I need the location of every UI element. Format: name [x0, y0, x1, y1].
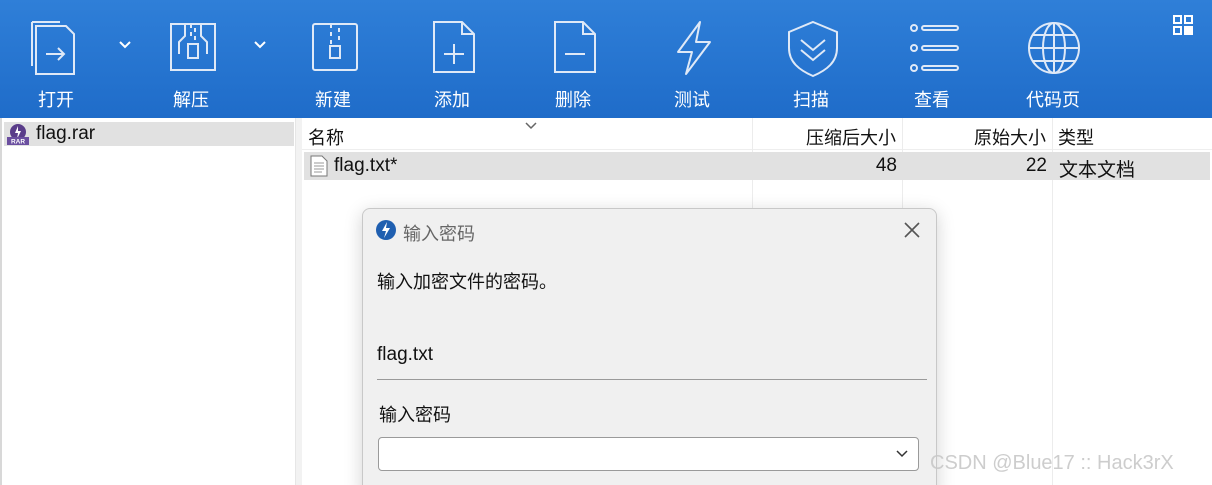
toolbar-delete-button[interactable]: 删除: [545, 0, 605, 118]
toolbar-delete-label: 删除: [555, 90, 591, 111]
dialog-separator: [377, 379, 927, 380]
winrar-app-icon: [376, 220, 396, 240]
column-header-name[interactable]: 名称: [308, 124, 344, 150]
toolbar-open-button[interactable]: 打开: [26, 0, 86, 118]
list-header: 名称 压缩后大小 原始大小 类型: [302, 118, 1212, 150]
toolbar-view-button[interactable]: 查看: [904, 0, 964, 118]
row-name: flag.txt*: [334, 155, 398, 176]
column-header-size[interactable]: 原始大小: [974, 124, 1046, 150]
open-icon: [31, 21, 75, 75]
extract-dropdown-chevron-icon[interactable]: [252, 38, 268, 52]
toolbar-scan-button[interactable]: 扫描: [783, 0, 843, 118]
view-list-icon: [910, 24, 959, 72]
column-header-type[interactable]: 类型: [1058, 124, 1094, 150]
toolbar: 打开 解压 新建 添加 删除 测试 扫描 查看 代码页: [0, 0, 1212, 118]
password-input[interactable]: [378, 437, 919, 471]
toolbar-scan-label: 扫描: [793, 90, 829, 111]
column-header-packed-size[interactable]: 压缩后大小: [806, 124, 896, 150]
window-left-border: [0, 118, 2, 485]
toolbar-test-button[interactable]: 测试: [664, 0, 724, 118]
toolbar-test-label: 测试: [674, 90, 710, 111]
toolbar-extract-label: 解压: [173, 90, 209, 111]
svg-text:RAR: RAR: [11, 139, 25, 146]
tree-item-label: flag.rar: [36, 123, 96, 144]
close-icon[interactable]: [901, 219, 923, 241]
new-archive-icon: [312, 23, 358, 71]
delete-file-icon: [554, 21, 596, 73]
watermark-text: CSDN @Blue17 :: Hack3rX: [930, 452, 1174, 474]
toolbar-view-label: 查看: [914, 90, 950, 111]
folder-tree-pane: RAR flag.rar: [0, 118, 296, 485]
tree-item-flag-rar[interactable]: RAR flag.rar: [4, 122, 294, 146]
toolbar-add-button[interactable]: 添加: [424, 0, 484, 118]
codepage-globe-icon: [1028, 22, 1080, 74]
toolbar-add-label: 添加: [434, 90, 470, 111]
text-file-icon: [310, 155, 328, 177]
dialog-title: 输入密码: [403, 224, 475, 245]
row-packed-size: 48: [875, 155, 897, 176]
open-dropdown-chevron-icon[interactable]: [117, 38, 133, 52]
toolbar-extract-button[interactable]: 解压: [163, 0, 223, 118]
password-history-chevron-icon[interactable]: [895, 449, 909, 459]
sort-chevron-icon: [525, 122, 537, 130]
layout-grid-icon[interactable]: [1172, 14, 1194, 36]
dialog-message: 输入加密文件的密码。: [377, 272, 557, 293]
extract-icon: [170, 23, 216, 71]
row-size: 22: [1025, 155, 1047, 176]
row-type: 文本文档: [1059, 159, 1136, 181]
rar-archive-icon: RAR: [7, 124, 29, 146]
password-dialog: 输入密码 输入加密文件的密码。 flag.txt 输入密码: [362, 208, 937, 485]
toolbar-new-button[interactable]: 新建: [305, 0, 365, 118]
dialog-file-name: flag.txt: [377, 344, 433, 365]
toolbar-new-label: 新建: [315, 90, 351, 111]
test-icon: [677, 21, 711, 75]
table-row[interactable]: flag.txt* 48 22 文本文档: [304, 152, 1210, 181]
scan-shield-icon: [788, 20, 838, 78]
password-label: 输入密码: [379, 405, 451, 426]
toolbar-codepage-button[interactable]: 代码页: [1024, 0, 1084, 118]
add-file-icon: [433, 21, 475, 73]
toolbar-open-label: 打开: [38, 90, 74, 111]
winrar-window: { "toolbar": { "buttons": [ {"label": "打…: [0, 0, 1212, 485]
toolbar-codepage-label: 代码页: [1026, 90, 1080, 111]
